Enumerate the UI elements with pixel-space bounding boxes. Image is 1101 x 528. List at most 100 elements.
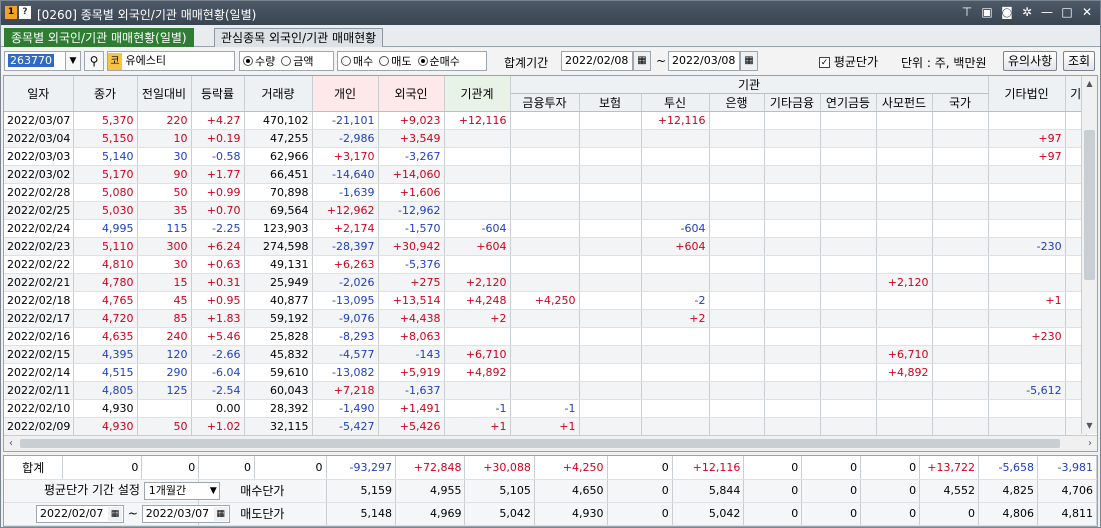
cell-volume: 49,131 <box>244 255 313 274</box>
col-header-individual[interactable]: 개인 <box>312 76 379 112</box>
minimize-icon[interactable]: — <box>1040 5 1054 19</box>
cell-pension <box>820 273 877 292</box>
sell-price-cell: 4,806 <box>978 502 1038 526</box>
close-icon[interactable]: ✕ <box>1080 5 1094 19</box>
table-row[interactable]: 2022/02/25 5,030 35 +0.70 69,564 +12,962 -12,9… <box>4 201 1087 220</box>
scroll-up-icon[interactable]: ▲ <box>1082 76 1097 92</box>
search-icon[interactable]: ⚲ <box>84 51 104 71</box>
cell-date: 2022/02/23 <box>4 237 74 256</box>
calendar-icon[interactable]: ▦ <box>633 51 651 71</box>
cell-inst <box>444 183 511 202</box>
col-header-change[interactable]: 전일대비 <box>137 76 192 112</box>
buy-price-cell: 0 <box>607 479 673 503</box>
cell-date: 2022/03/02 <box>4 165 74 184</box>
table-row[interactable]: 2022/02/09 4,930 50 +1.02 32,115 -5,427 +5,426… <box>4 417 1087 436</box>
table-row[interactable]: 2022/02/14 4,515 290 -6.04 59,610 -13,082 +5,9… <box>4 363 1087 382</box>
radio-quantity[interactable]: 수량 <box>243 53 275 69</box>
table-row[interactable]: 2022/03/02 5,170 90 +1.77 66,451 -14,640 +14,0… <box>4 165 1087 184</box>
cell-foreign: +14,060 <box>378 165 445 184</box>
table-row[interactable]: 2022/02/11 4,805 125 -2.54 60,043 +7,218 -1,63… <box>4 381 1087 400</box>
settings-icon[interactable]: ✲ <box>1020 5 1034 19</box>
cell-pef <box>876 129 933 148</box>
sell-price-cell: 0 <box>801 502 862 526</box>
calendar-icon[interactable]: ▦ <box>740 51 758 71</box>
col-header-volume[interactable]: 거래량 <box>244 76 313 112</box>
col-header-other-corp[interactable]: 기타법인 <box>988 76 1066 112</box>
end-date-input[interactable]: 2022/03/08 <box>668 51 740 71</box>
cell-close: 4,930 <box>73 417 138 436</box>
col-header-other-financial[interactable]: 기타금융 <box>764 93 821 112</box>
col-header-rate[interactable]: 등락률 <box>191 76 245 112</box>
horizontal-scroll-thumb[interactable] <box>20 439 1060 448</box>
cell-bank <box>709 399 765 418</box>
table-row[interactable]: 2022/02/28 5,080 50 +0.99 70,898 -1,639 +1,606 <box>4 183 1087 202</box>
tab-watchlist[interactable]: 관심종목 외국인/기관 매매현황 <box>214 28 384 47</box>
calendar-icon: ▦ <box>108 506 122 521</box>
screenshot-icon[interactable]: ◙ <box>1000 5 1014 19</box>
cell-etcfin <box>764 363 821 382</box>
radio-amount[interactable]: 금액 <box>281 53 314 69</box>
cell-etcfin <box>764 381 821 400</box>
help-button[interactable]: ? <box>19 6 31 19</box>
table-row[interactable]: 2022/03/07 5,370 220 +4.27 470,102 -21,101 +9,… <box>4 111 1087 130</box>
col-header-date[interactable]: 일자 <box>4 76 74 112</box>
table-row[interactable]: 2022/02/23 5,110 300 +6.24 274,598 -28,397 +30… <box>4 237 1087 256</box>
col-header-private-fund[interactable]: 사모펀드 <box>876 93 933 112</box>
table-row[interactable]: 2022/02/15 4,395 120 -2.66 45,832 -4,577 -143 +… <box>4 345 1087 364</box>
cell-volume: 123,903 <box>244 219 313 238</box>
radio-buy[interactable]: 매수 <box>341 53 373 69</box>
tab-stock-daily[interactable]: 종목별 외국인/기관 매매현황(일별) <box>4 28 194 47</box>
vertical-scroll-thumb[interactable] <box>1084 130 1095 280</box>
avg-period-label: 평균단가 기간 설정 <box>44 483 140 498</box>
start-date-input[interactable]: 2022/02/08 <box>561 51 633 71</box>
scroll-down-icon[interactable]: ▼ <box>1082 418 1097 434</box>
window-number-badge[interactable]: 1 <box>5 6 17 19</box>
radio-net-buy[interactable]: 순매수 <box>417 53 460 69</box>
table-row[interactable]: 2022/03/04 5,150 10 +0.19 47,255 -2,986 +3,549… <box>4 129 1087 148</box>
cell-change <box>137 399 192 418</box>
table-row[interactable]: 2022/03/03 5,140 30 -0.58 62,966 +3,170 -3,267… <box>4 147 1087 166</box>
cell-etcfin <box>764 147 821 166</box>
col-header-pension[interactable]: 연기금등 <box>820 93 877 112</box>
vertical-scrollbar[interactable]: ▲ ▼ <box>1081 76 1097 434</box>
avg-period-select[interactable]: 1개월간 ▼ <box>143 481 220 500</box>
cell-rate: +4.27 <box>191 111 245 130</box>
cell-fin <box>510 165 580 184</box>
scroll-right-icon[interactable]: › <box>1083 436 1097 451</box>
col-header-bank[interactable]: 은행 <box>709 93 765 112</box>
table-row[interactable]: 2022/02/22 4,810 30 +0.63 49,131 +6,263 -5,376 <box>4 255 1087 274</box>
table-row[interactable]: 2022/02/16 4,635 240 +5.46 25,828 -8,293 +8,06… <box>4 327 1087 346</box>
export-icon[interactable]: ▣ <box>980 5 994 19</box>
maximize-icon[interactable]: □ <box>1060 5 1074 19</box>
stock-code-input[interactable]: 263770 <box>4 51 66 71</box>
cell-rate: +1.77 <box>191 165 245 184</box>
horizontal-scrollbar[interactable]: ‹ › <box>4 435 1097 451</box>
notice-button[interactable]: 유의사항 <box>1003 51 1058 71</box>
col-header-trust[interactable]: 투신 <box>641 93 710 112</box>
cell-bank <box>709 309 765 328</box>
avg-start-date-input[interactable]: 2022/02/07 ▦ <box>36 504 124 523</box>
stock-name-field[interactable]: 코 유에스티 <box>107 51 235 71</box>
scroll-left-icon[interactable]: ‹ <box>4 436 18 451</box>
col-header-inst-total[interactable]: 기관계 <box>444 76 511 112</box>
col-header-nation[interactable]: 국가 <box>932 93 989 112</box>
table-row[interactable]: 2022/02/21 4,780 15 +0.31 25,949 -2,026 +275 +2… <box>4 273 1087 292</box>
code-dropdown-icon[interactable]: ▼ <box>65 51 81 71</box>
cell-etcfin <box>764 219 821 238</box>
table-row[interactable]: 2022/02/18 4,765 45 +0.95 40,877 -13,095 +13,5… <box>4 291 1087 310</box>
avg-end-date-input[interactable]: 2022/03/07 ▦ <box>141 504 230 523</box>
col-header-inst-group: 기관 <box>510 76 989 94</box>
col-header-close[interactable]: 종가 <box>73 76 138 112</box>
pin-icon[interactable]: ⊤ <box>960 5 974 19</box>
col-header-insurance[interactable]: 보험 <box>579 93 642 112</box>
table-row[interactable]: 2022/02/10 4,930 0.00 28,392 -1,490 +1,491 -1-… <box>4 399 1087 418</box>
col-header-foreign[interactable]: 외국인 <box>378 76 445 112</box>
radio-sell[interactable]: 매도 <box>379 53 412 69</box>
col-header-financial-invest[interactable]: 금융투자 <box>510 93 580 112</box>
cell-foreign: +9,023 <box>378 111 445 130</box>
avg-price-checkbox[interactable]: ✓ 평균단가 <box>819 53 878 70</box>
cell-pef: +2,120 <box>876 273 933 292</box>
table-row[interactable]: 2022/02/24 4,995 115 -2.25 123,903 +2,174 -1,5… <box>4 219 1087 238</box>
query-button[interactable]: 조회 <box>1063 51 1096 71</box>
table-row[interactable]: 2022/02/17 4,720 85 +1.83 59,192 -9,076 +4,438… <box>4 309 1087 328</box>
